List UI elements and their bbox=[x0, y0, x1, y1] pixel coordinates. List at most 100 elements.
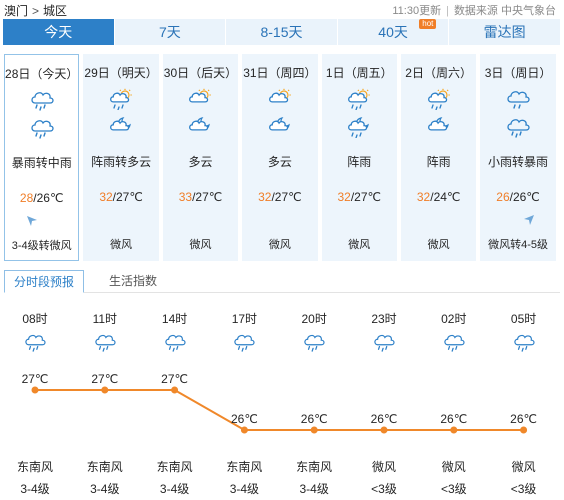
wind-level: 3-4级 bbox=[159, 482, 190, 496]
high-temp: 26 bbox=[496, 190, 510, 204]
day-card[interactable]: 3日（周日） 小雨转暴雨 26/26℃ 微风转4-5级 bbox=[480, 54, 556, 261]
partly-cloudy-night-icon bbox=[268, 117, 290, 131]
hourly-forecast: 08时 东南风 3-4级 27℃ 11时 东南风 3-4级 27℃ 14时 东南风 3-4级 27℃ 1… bbox=[0, 300, 564, 500]
temperature-range: 32/27℃ bbox=[322, 190, 397, 204]
hourly-icon-slot bbox=[303, 332, 325, 352]
rain-heavy-icon bbox=[513, 334, 535, 352]
thundershower-night-icon bbox=[348, 117, 370, 139]
day-icon-slot bbox=[427, 88, 451, 111]
partly-cloudy-night-icon bbox=[110, 117, 131, 131]
wind-direction-arrow-icon bbox=[524, 215, 535, 225]
temperature-point bbox=[380, 426, 388, 434]
weather-description: 小雨转暴雨 bbox=[488, 155, 549, 169]
tab-life-index[interactable]: 生活指数 bbox=[100, 270, 166, 293]
rain-icon bbox=[507, 91, 530, 109]
low-temp: /27℃ bbox=[271, 190, 302, 204]
tab-40-days[interactable]: 40天 hot bbox=[337, 19, 449, 45]
hourly-icon-slot bbox=[164, 332, 186, 352]
hour-label: 05时 bbox=[510, 312, 537, 326]
day-card[interactable]: 30日（后天） 多云 33/27℃ 微风 bbox=[162, 54, 239, 261]
wind-arrow-slot bbox=[522, 212, 536, 226]
wind-arrow-slot bbox=[25, 213, 39, 227]
hot-badge: hot bbox=[419, 19, 437, 29]
day-card[interactable]: 29日（明天） 阵雨转多云 32/27℃ 微风 bbox=[83, 54, 159, 261]
temperature-range: 26/26℃ bbox=[480, 190, 555, 204]
rain-heavy-icon bbox=[234, 334, 255, 352]
breadcrumb-district[interactable]: 城区 bbox=[43, 4, 67, 18]
partly-cloudy-night-icon bbox=[427, 117, 449, 131]
high-temp: 32 bbox=[99, 190, 113, 204]
weather-description: 阵雨 bbox=[426, 155, 451, 169]
temperature-point bbox=[310, 426, 318, 434]
wind-level: <3级 bbox=[510, 482, 537, 496]
forecast-tabs: 今天 7天 8-15天 40天 hot 雷达图 bbox=[3, 19, 560, 45]
hourly-icon-slot bbox=[233, 332, 255, 352]
sub-tabs: 分时段预报 生活指数 bbox=[4, 270, 560, 293]
temperature-label: 27℃ bbox=[161, 372, 188, 386]
temperature-point bbox=[240, 426, 248, 434]
tab-label: 今天 bbox=[44, 24, 73, 40]
thundershower-icon bbox=[427, 88, 450, 111]
low-temp: /27℃ bbox=[112, 190, 143, 204]
rain-heavy-icon bbox=[31, 120, 54, 139]
day-card[interactable]: 28日（今天） 暴雨转中雨 28/26℃ 3-4级转微风 bbox=[4, 54, 80, 261]
tab-radar[interactable]: 雷达图 bbox=[449, 19, 560, 45]
wind-direction: 微风 bbox=[371, 460, 396, 474]
wind-level: 微风 bbox=[189, 239, 212, 251]
daily-forecast: 28日（今天） 暴雨转中雨 28/26℃ 3-4级转微风 29日（明天） 阵雨转多云 32/… bbox=[4, 54, 560, 261]
tab-today[interactable]: 今天 bbox=[3, 19, 114, 45]
thundershower-icon bbox=[348, 88, 370, 111]
thundershower-icon bbox=[110, 88, 132, 111]
partly-cloudy-icon bbox=[268, 88, 291, 103]
temperature-label: 26℃ bbox=[510, 412, 537, 426]
day-card[interactable]: 2日（周六） 阵雨 32/24℃ 微风 bbox=[400, 54, 477, 261]
rain-heavy-icon bbox=[31, 92, 54, 111]
tab-8-15-days[interactable]: 8-15天 bbox=[226, 19, 337, 45]
temperature-point bbox=[31, 386, 39, 394]
temperature-point bbox=[520, 426, 528, 434]
high-temp: 33 bbox=[178, 190, 193, 204]
wind-level: 3-4级 bbox=[90, 482, 120, 496]
low-temp: /27℃ bbox=[192, 190, 223, 204]
day-date: 2日（周六） bbox=[405, 66, 472, 80]
wind-direction: 东南风 bbox=[86, 460, 123, 474]
high-temp: 32 bbox=[416, 190, 431, 204]
rain-heavy-icon bbox=[374, 334, 395, 352]
wind-level: 3-4级 bbox=[299, 482, 329, 496]
hour-label: 11时 bbox=[92, 312, 118, 326]
day-icon-slot bbox=[109, 88, 133, 111]
wind-level: 3-4级 bbox=[20, 482, 50, 496]
breadcrumb: 澳门 > 城区 bbox=[4, 2, 67, 19]
data-source: 数据来源 中央气象台 bbox=[453, 5, 556, 17]
wind-level: 微风 bbox=[268, 239, 291, 251]
low-temp: /26℃ bbox=[33, 191, 64, 205]
tab-7-days[interactable]: 7天 bbox=[114, 19, 226, 45]
day-icon-slot bbox=[347, 88, 371, 111]
day-card[interactable]: 1日（周五） 阵雨 32/27℃ 微风 bbox=[321, 54, 397, 261]
hour-label: 23时 bbox=[371, 312, 397, 326]
breadcrumb-city[interactable]: 澳门 bbox=[4, 4, 28, 18]
low-temp: /24℃ bbox=[430, 190, 461, 204]
wind-direction: 东南风 bbox=[16, 460, 53, 474]
high-temp: 28 bbox=[19, 191, 34, 205]
day-date: 1日（周五） bbox=[325, 66, 393, 80]
tab-hourly-forecast[interactable]: 分时段预报 bbox=[4, 270, 85, 293]
divider: | bbox=[446, 5, 449, 17]
hour-label: 14时 bbox=[161, 312, 188, 326]
wind-level: 微风转4-5级 bbox=[488, 239, 548, 251]
rain-heavy-icon bbox=[304, 334, 325, 352]
night-icon-slot bbox=[30, 117, 54, 139]
hourly-icon-slot bbox=[443, 332, 465, 352]
day-card[interactable]: 31日（周四） 多云 32/27℃ 微风 bbox=[242, 54, 318, 261]
wind-level: 3-4级 bbox=[229, 482, 260, 496]
weather-description: 阵雨 bbox=[347, 155, 372, 169]
rain-heavy-icon bbox=[507, 119, 530, 138]
night-icon-slot bbox=[109, 116, 133, 136]
wind-level: 微风 bbox=[110, 239, 133, 251]
rain-heavy-icon bbox=[444, 334, 465, 352]
high-temp: 32 bbox=[258, 190, 272, 204]
wind-direction-arrow-icon bbox=[27, 216, 37, 226]
temperature-label: 26℃ bbox=[370, 412, 398, 426]
weather-description: 阵雨转多云 bbox=[91, 155, 152, 169]
day-icon-slot bbox=[268, 88, 292, 108]
